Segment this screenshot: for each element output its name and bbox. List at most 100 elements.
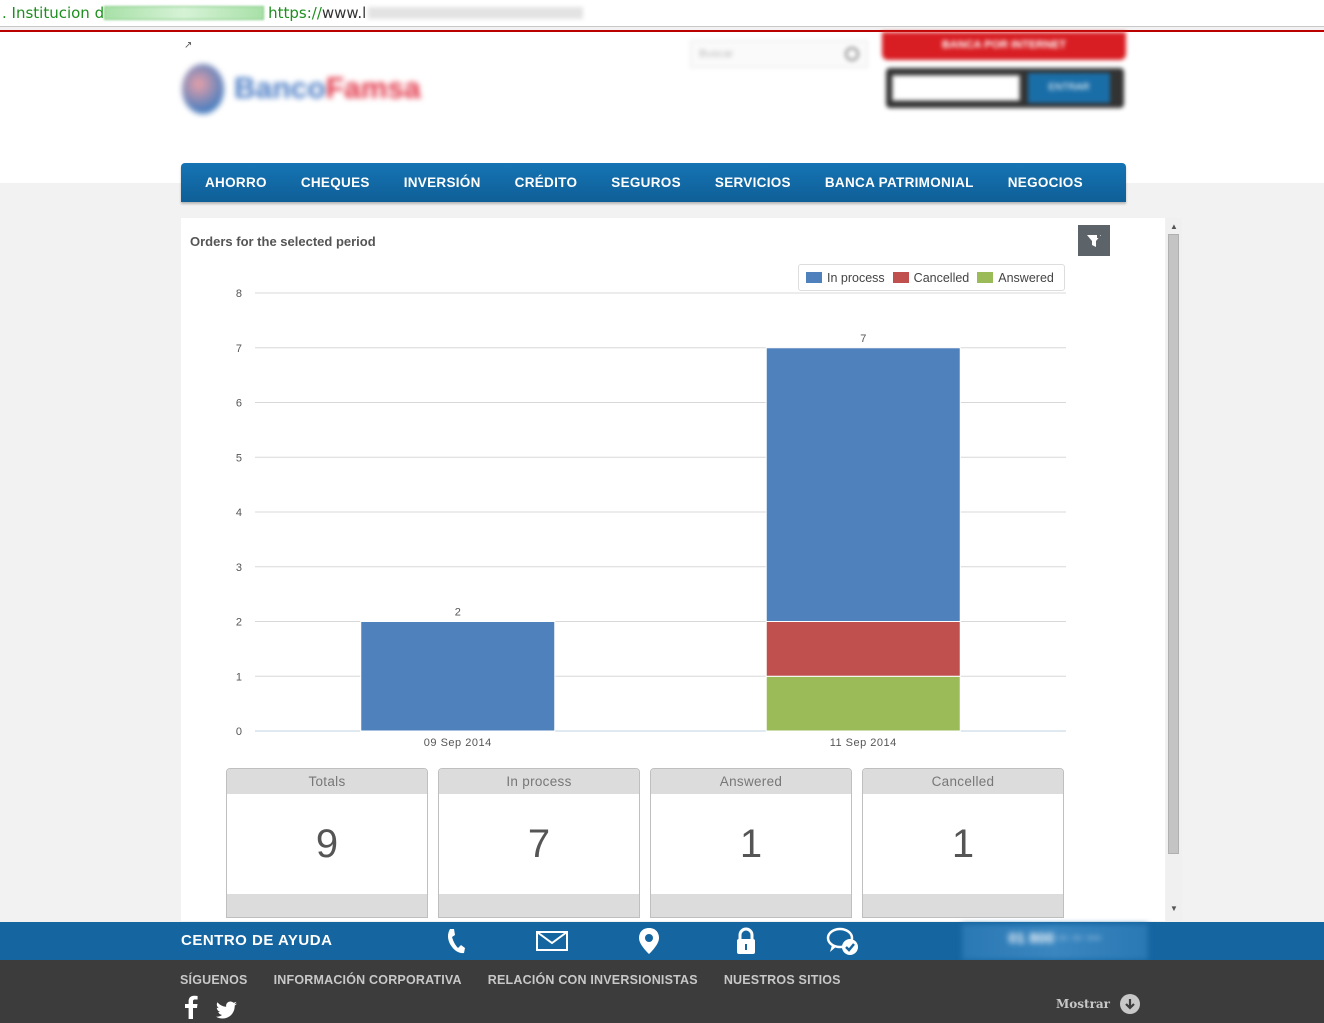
url-text: www.l (321, 4, 367, 22)
ssl-identity[interactable]: . Institucion d (0, 0, 265, 26)
stat-card-totals: Totals 9 (226, 768, 428, 918)
stat-card-in-process: In process 7 (438, 768, 640, 918)
internet-banking-login: BANCA POR INTERNET ENTRAR (882, 32, 1126, 112)
y-tick-label: 7 (236, 343, 242, 355)
cursor-icon: ↗ (184, 40, 193, 51)
help-phone-number-redacted: 01 800 ·· ·· ··· (962, 924, 1148, 960)
scroll-down-arrow-icon[interactable]: ▼ (1166, 902, 1182, 916)
stat-footer (651, 894, 851, 917)
address-bar[interactable]: . Institucion d https:// www.l (0, 0, 1324, 27)
legend-item-in-process[interactable]: In process (806, 271, 885, 285)
chat-icon-svg (826, 927, 858, 955)
scroll-thumb[interactable] (1168, 234, 1179, 854)
bar-segment-in-process (765, 347, 961, 622)
nav-item-cheques[interactable]: CHEQUES (284, 175, 387, 190)
chart-legend: In process Cancelled Answered (798, 264, 1065, 291)
y-tick-label: 8 (236, 288, 242, 300)
legend-item-cancelled[interactable]: Cancelled (892, 270, 970, 285)
footer-link-siguenos[interactable]: SÍGUENOS (180, 973, 248, 987)
help-center-title: CENTRO DE AYUDA (181, 932, 333, 949)
bar-segment-answered (765, 675, 961, 732)
phone-icon-svg (448, 929, 465, 954)
search-placeholder: Buscar (699, 48, 734, 60)
stat-label: Cancelled (863, 769, 1063, 794)
login-button[interactable]: ENTRAR (1028, 73, 1110, 103)
search-icon[interactable] (845, 47, 859, 61)
y-tick-label: 4 (236, 507, 242, 519)
legend-item-answered[interactable]: Answered (977, 271, 1054, 285)
bar-total-label: 7 (860, 333, 866, 345)
footer-link-relacion-inversionistas[interactable]: RELACIÓN CON INVERSIONISTAS (488, 973, 698, 987)
arrow-down-icon (1120, 994, 1141, 1014)
y-tick-label: 0 (236, 726, 242, 738)
login-form: ENTRAR (886, 68, 1124, 108)
stat-label: In process (439, 769, 639, 794)
legend-label-in-process: In process (827, 270, 885, 285)
ssl-label-redacted (104, 6, 265, 20)
scroll-up-arrow-icon[interactable]: ▲ (1166, 220, 1182, 234)
stat-card-cancelled: Cancelled 1 (862, 768, 1064, 918)
legend-swatch-cancelled (892, 272, 909, 283)
legend-swatch-in-process (806, 272, 822, 283)
site-search-input[interactable]: Buscar (690, 40, 868, 68)
facebook-icon[interactable] (184, 995, 198, 1019)
nav-item-negocios[interactable]: NEGOCIOS (991, 175, 1100, 190)
phone-icon[interactable] (438, 926, 472, 956)
site-footer: SÍGUENOS INFORMACIÓN CORPORATIVA RELACIÓ… (0, 960, 1324, 1023)
footer-link-nuestros-sitios[interactable]: NUESTROS SITIOS (724, 973, 841, 987)
stat-footer (439, 894, 639, 917)
y-tick-label: 5 (236, 452, 242, 464)
legend-label-answered: Answered (998, 270, 1054, 285)
url-scheme: https:// (268, 4, 322, 22)
footer-link-informacion-corporativa[interactable]: INFORMACIÓN CORPORATIVA (274, 973, 462, 987)
ssl-label: . Institucion d (2, 4, 105, 22)
main-nav: AHORRO CHEQUES INVERSIÓN CRÉDITO SEGUROS… (181, 163, 1126, 202)
nav-item-credito[interactable]: CRÉDITO (498, 175, 595, 190)
nav-item-inversion[interactable]: INVERSIÓN (387, 175, 498, 190)
stat-label: Totals (227, 769, 427, 794)
bar-segment-in-process (360, 621, 556, 732)
orders-panel: Orders for the selected period 012345678… (181, 218, 1165, 921)
nav-item-ahorro[interactable]: AHORRO (188, 175, 284, 190)
lock-icon[interactable] (729, 926, 763, 956)
stat-label: Answered (651, 769, 851, 794)
stat-value: 1 (739, 822, 763, 866)
site-header: ↗ Banco Famsa Buscar BANCA POR INTERNET E… (0, 32, 1324, 183)
nav-item-banca-patrimonial[interactable]: BANCA PATRIMONIAL (808, 175, 991, 190)
stat-card-answered: Answered 1 (650, 768, 852, 918)
location-icon[interactable] (632, 926, 666, 956)
bar-segment-cancelled (765, 621, 961, 677)
url-field[interactable]: https:// www.l (264, 4, 584, 22)
orders-chart: 0 1 2 3 4 5 6 7 8 2 09 Sep 2014 7 11 Sep 2014 (236, 288, 1066, 749)
help-center-bar: CENTRO DE AYUDA 01 800 ·· ·· ··· (0, 922, 1324, 960)
logo-text-secondary: Famsa (325, 72, 421, 105)
stat-value: 1 (951, 822, 975, 866)
stat-value: 7 (527, 822, 551, 866)
bar-total-label: 2 (455, 607, 461, 619)
y-tick-label: 6 (236, 398, 242, 410)
logo-mark (182, 64, 224, 114)
stat-footer (863, 894, 1063, 917)
legend-swatch-answered (977, 272, 994, 283)
y-tick-label: 2 (236, 617, 242, 629)
bank-logo[interactable]: Banco Famsa (182, 60, 452, 118)
mail-icon[interactable] (535, 926, 569, 956)
nav-item-seguros[interactable]: SEGUROS (594, 175, 698, 190)
stat-footer (227, 894, 427, 917)
user-field[interactable] (892, 75, 1020, 101)
stat-value: 9 (315, 822, 339, 866)
mostrar-toggle[interactable]: Mostrar (1056, 994, 1141, 1014)
twitter-icon[interactable] (214, 1001, 238, 1019)
y-tick-label: 3 (236, 562, 242, 574)
mail-icon-svg (536, 931, 568, 951)
y-tick-label: 1 (236, 671, 242, 683)
mostrar-label: Mostrar (1056, 997, 1111, 1011)
url-redacted (368, 7, 584, 19)
legend-label-cancelled: Cancelled (913, 270, 970, 285)
x-tick-label: 09 Sep 2014 (424, 737, 492, 749)
logo-text-primary: Banco (234, 72, 326, 105)
chat-icon[interactable] (826, 926, 860, 956)
footer-links: SÍGUENOS INFORMACIÓN CORPORATIVA RELACIÓ… (180, 973, 867, 987)
social-links (184, 995, 238, 1019)
nav-item-servicios[interactable]: SERVICIOS (698, 175, 808, 190)
